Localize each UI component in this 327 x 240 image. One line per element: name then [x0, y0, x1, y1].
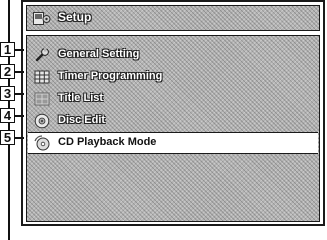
- menu-item-label: Timer Programming: [58, 70, 163, 82]
- callout-number-4: 4: [0, 108, 15, 123]
- page-title: Setup: [58, 10, 92, 24]
- menu-item-disc-edit[interactable]: Disc Edit: [28, 111, 318, 131]
- callout-number-5: 5: [0, 130, 15, 145]
- callout-leader-line: [15, 49, 24, 51]
- callout-number-3: 3: [0, 86, 15, 101]
- title-bar: Setup: [26, 5, 320, 31]
- menu-item-cd-playback-mode[interactable]: CD Playback Mode: [28, 132, 318, 154]
- menu-item-general-setting[interactable]: General Setting: [28, 45, 318, 65]
- callout-leader-line: [15, 71, 24, 73]
- callout-number-1: 1: [0, 42, 15, 57]
- menu-item-label: Disc Edit: [58, 114, 106, 126]
- setup-icon: [33, 11, 51, 26]
- wrench-icon: [34, 47, 50, 63]
- menu-item-label: General Setting: [58, 48, 140, 60]
- timer-grid-icon: [34, 69, 50, 85]
- title-list-icon: [34, 91, 50, 107]
- callout-number-2: 2: [0, 64, 15, 79]
- setup-screen: Setup General Setting Timer Programming …: [21, 0, 325, 226]
- callout-leader-line: [15, 93, 24, 95]
- disc-icon: [34, 113, 50, 129]
- menu-item-title-list[interactable]: Title List: [28, 89, 318, 109]
- cd-playback-icon: [34, 135, 50, 151]
- manual-illustration: Setup General Setting Timer Programming …: [0, 0, 327, 240]
- callout-leader-line: [15, 137, 24, 139]
- menu-item-label: CD Playback Mode: [58, 136, 157, 148]
- callout-leader-line: [15, 115, 24, 117]
- menu-item-timer-programming[interactable]: Timer Programming: [28, 67, 318, 87]
- setup-menu: General Setting Timer Programming Title …: [26, 35, 320, 222]
- menu-item-label: Title List: [58, 92, 104, 104]
